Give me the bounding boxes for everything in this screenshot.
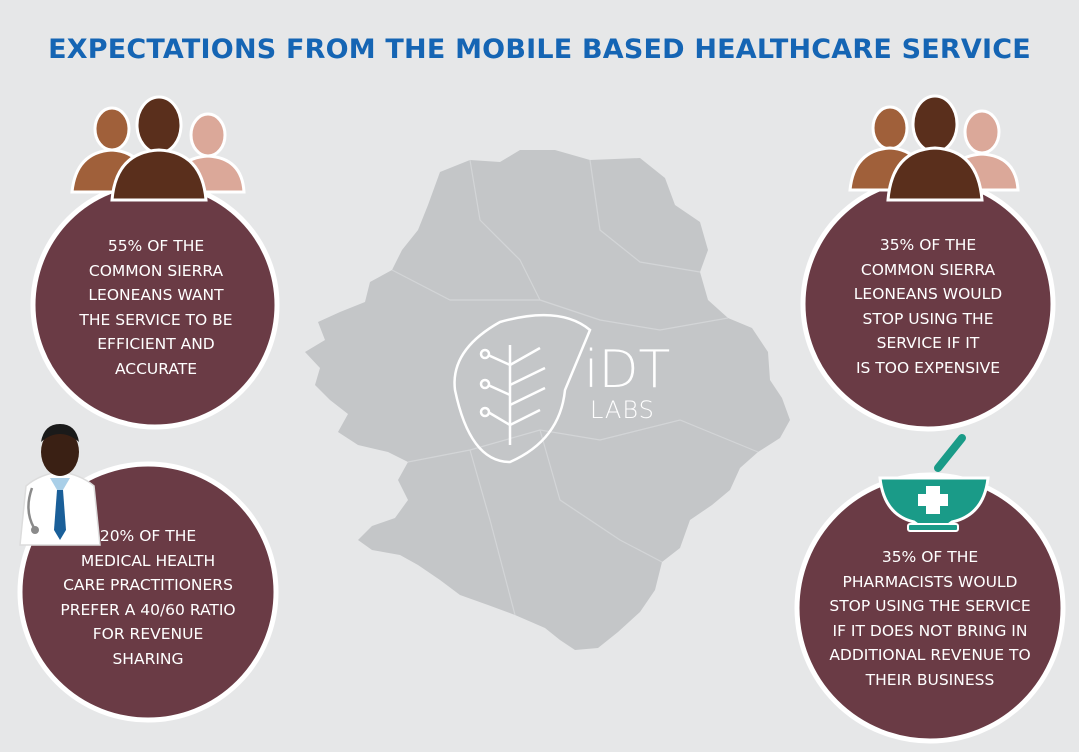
stat-line: ADDITIONAL REVENUE TO — [829, 646, 1031, 664]
stat-line: IS TOO EXPENSIVE — [855, 358, 1001, 377]
stat-line: ACCURATE — [114, 359, 198, 378]
stat-line: SHARING — [112, 649, 184, 668]
stat-line: CARE PRACTITIONERS — [63, 576, 233, 594]
stat-line: LEONEANS WOULD — [853, 285, 1003, 303]
stat-line: 20% OF THE — [99, 527, 197, 545]
stat-line: SERVICE IF IT — [876, 334, 980, 352]
stat-line: FOR REVENUE — [92, 625, 204, 643]
logo-text-idt: iDT — [584, 340, 671, 400]
logo-text-labs: LABS — [590, 396, 655, 424]
stat-text-3: 20% OF THE MEDICAL HEALTH CARE PRACTITIO… — [28, 524, 268, 671]
stat-line: 35% OF THE — [881, 548, 979, 566]
stat-line: 35% OF THE — [879, 236, 977, 254]
stat-line: PREFER A 40/60 RATIO — [60, 600, 236, 619]
stat-text-4: 35% OF THE PHARMACISTS WOULD STOP USING … — [805, 545, 1055, 692]
stat-line: COMMON SIERRA — [88, 261, 224, 280]
stat-line: THE SERVICE TO BE — [79, 310, 233, 329]
stat-text-2: 35% OF THE COMMON SIERRA LEONEANS WOULD … — [812, 233, 1044, 380]
stat-line: EFFICIENT AND — [97, 335, 215, 353]
stat-line: THEIR BUSINESS — [865, 670, 995, 689]
stat-line: MEDICAL HEALTH — [80, 551, 216, 570]
stat-line: PHARMACISTS WOULD — [842, 572, 1018, 591]
stat-line: COMMON SIERRA — [860, 260, 996, 279]
stat-text-1: 55% OF THE COMMON SIERRA LEONEANS WANT T… — [40, 234, 272, 381]
stat-line: STOP USING THE SERVICE — [829, 597, 1031, 615]
stat-line: STOP USING THE — [862, 309, 994, 328]
stat-line: IF IT DOES NOT BRING IN — [832, 621, 1028, 640]
stat-line: 55% OF THE — [107, 237, 205, 255]
people-group-icon — [70, 95, 246, 202]
sierra-leone-map — [305, 150, 790, 650]
people-group-icon — [848, 94, 1020, 202]
stat-line: LEONEANS WANT — [88, 286, 224, 304]
